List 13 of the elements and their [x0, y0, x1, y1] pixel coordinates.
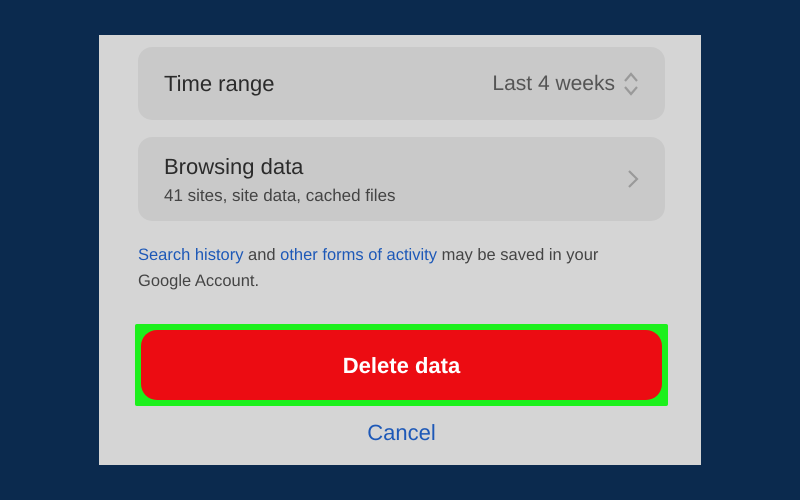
browsing-data-title: Browsing data	[164, 152, 304, 181]
notice-link[interactable]: other forms of activity	[280, 246, 437, 264]
notice-link[interactable]: Search history	[138, 246, 244, 264]
time-range-row[interactable]: Time range Last 4 weeks	[138, 47, 665, 120]
cancel-button[interactable]: Cancel	[367, 420, 436, 447]
chevron-right-icon	[627, 169, 639, 189]
delete-data-button[interactable]: Delete data	[141, 330, 662, 400]
time-range-value: Last 4 weeks	[492, 70, 615, 97]
up-down-chevron-icon	[623, 70, 639, 96]
browsing-data-subtitle: 41 sites, site data, cached files	[164, 184, 396, 207]
time-range-label: Time range	[164, 70, 274, 98]
notice-text: Search history and other forms of activity may be saved in your Google Account.	[138, 245, 600, 292]
browsing-data-row[interactable]: Browsing data 41 sites, site data, cached files	[138, 137, 665, 221]
